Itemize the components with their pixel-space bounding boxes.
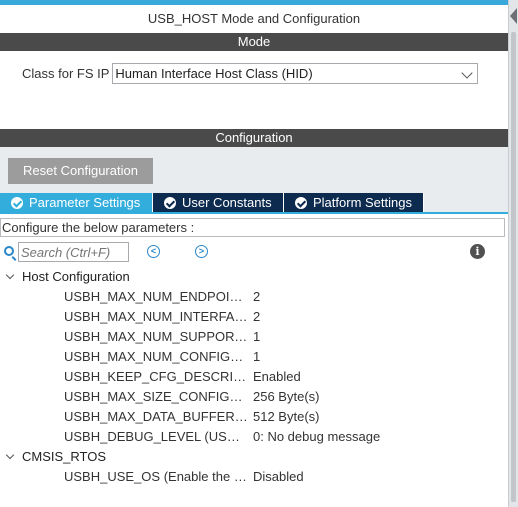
configuration-panel: Reset Configuration Parameter Settings U… bbox=[0, 147, 508, 507]
top-accent-strip bbox=[0, 0, 508, 5]
parameter-row[interactable]: USBH_DEBUG_LEVEL (USBH Debug Level) 0: N… bbox=[0, 427, 508, 447]
parameter-name: USBH_DEBUG_LEVEL (USBH Debug Level) bbox=[64, 429, 248, 444]
side-panel-scrollbar[interactable] bbox=[508, 0, 518, 507]
mode-section-header: Mode bbox=[0, 33, 508, 51]
parameter-value[interactable]: 1 bbox=[253, 347, 260, 367]
parameter-row[interactable]: USBH_USE_OS (Enable the support of an RT… bbox=[0, 467, 508, 487]
reset-configuration-button[interactable]: Reset Configuration bbox=[8, 158, 153, 184]
parameter-value[interactable]: 2 bbox=[253, 307, 260, 327]
class-row: Class for FS IP Human Interface Host Cla… bbox=[22, 62, 479, 84]
search-next-icon[interactable]: > bbox=[195, 245, 208, 258]
parameter-row[interactable]: USBH_MAX_NUM_SUPPORTED_CLASS 1 bbox=[0, 327, 508, 347]
parameter-name: USBH_MAX_NUM_INTERFACES bbox=[64, 309, 248, 324]
parameter-name: USBH_MAX_NUM_CONFIGURATION bbox=[64, 349, 248, 364]
tab-platform-settings[interactable]: Platform Settings bbox=[284, 193, 424, 212]
search-input[interactable] bbox=[18, 242, 129, 262]
search-bar: < > i bbox=[4, 242, 504, 262]
check-circle-icon bbox=[295, 196, 307, 209]
configuration-tabs: Parameter Settings User Constants Platfo… bbox=[0, 193, 424, 212]
tab-label: Platform Settings bbox=[313, 195, 412, 210]
parameter-value[interactable]: 256 Byte(s) bbox=[253, 387, 319, 407]
parameter-tree: Host Configuration USBH_MAX_NUM_ENDPOINT… bbox=[0, 267, 508, 487]
parameter-row[interactable]: USBH_MAX_NUM_INTERFACES 2 bbox=[0, 307, 508, 327]
info-icon[interactable]: i bbox=[470, 244, 485, 259]
parameter-name: USBH_USE_OS (Enable the support of an RT… bbox=[64, 469, 248, 484]
group-host-configuration[interactable]: Host Configuration bbox=[0, 267, 508, 287]
chevron-down-icon[interactable] bbox=[5, 450, 15, 460]
chevron-down-icon[interactable] bbox=[5, 270, 15, 280]
parameter-row[interactable]: USBH_MAX_DATA_BUFFER (Max size Data Buff… bbox=[0, 407, 508, 427]
parameter-row[interactable]: USBH_MAX_SIZE_CONFIGURATION 256 Byte(s) bbox=[0, 387, 508, 407]
group-cmsis-rtos[interactable]: CMSIS_RTOS bbox=[0, 447, 508, 467]
parameter-name: USBH_MAX_NUM_SUPPORTED_CLASS bbox=[64, 329, 248, 344]
parameter-name: USBH_KEEP_CFG_DESCRIPTOR bbox=[64, 369, 248, 384]
configuration-section-header: Configuration bbox=[0, 129, 508, 147]
class-select-value: Human Interface Host Class (HID) bbox=[115, 65, 313, 81]
class-label: Class for FS IP bbox=[22, 65, 110, 81]
parameter-value[interactable]: 512 Byte(s) bbox=[253, 407, 319, 427]
check-circle-icon bbox=[164, 196, 176, 209]
tab-label: Parameter Settings bbox=[29, 195, 141, 210]
check-circle-icon bbox=[11, 196, 23, 209]
parameter-value[interactable]: 0: No debug message bbox=[253, 427, 380, 447]
tab-label: User Constants bbox=[182, 195, 272, 210]
parameter-row[interactable]: USBH_KEEP_CFG_DESCRIPTOR Enabled bbox=[0, 367, 508, 387]
tab-parameter-settings[interactable]: Parameter Settings bbox=[0, 193, 153, 212]
parameter-name: USBH_MAX_DATA_BUFFER (Max size Data Buff… bbox=[64, 409, 248, 424]
collapse-arrow-icon[interactable] bbox=[510, 8, 517, 24]
tab-user-constants[interactable]: User Constants bbox=[153, 193, 284, 212]
tab-underline bbox=[0, 212, 508, 214]
parameter-value[interactable]: Disabled bbox=[253, 467, 304, 487]
configure-instructions: Configure the below parameters : bbox=[0, 218, 505, 237]
parameter-row[interactable]: USBH_MAX_NUM_ENDPOINTS 2 bbox=[0, 287, 508, 307]
group-name: Host Configuration bbox=[22, 269, 130, 284]
search-previous-icon[interactable]: < bbox=[147, 245, 160, 258]
parameter-row[interactable]: USBH_MAX_NUM_CONFIGURATION 1 bbox=[0, 347, 508, 367]
window-title: USB_HOST Mode and Configuration bbox=[147, 11, 361, 26]
parameter-value[interactable]: 1 bbox=[253, 327, 260, 347]
parameter-value[interactable]: 2 bbox=[253, 287, 260, 307]
class-select[interactable]: Human Interface Host Class (HID) bbox=[112, 62, 479, 84]
configuration-toolbar: Reset Configuration Parameter Settings U… bbox=[0, 147, 508, 212]
parameter-name: USBH_MAX_SIZE_CONFIGURATION bbox=[64, 389, 248, 404]
parameter-value[interactable]: Enabled bbox=[253, 367, 301, 387]
scrollbar-thumb[interactable] bbox=[511, 32, 516, 502]
chevron-down-icon bbox=[461, 66, 474, 79]
parameter-name: USBH_MAX_NUM_ENDPOINTS bbox=[64, 289, 248, 304]
search-icon bbox=[4, 246, 14, 256]
group-name: CMSIS_RTOS bbox=[22, 449, 107, 464]
